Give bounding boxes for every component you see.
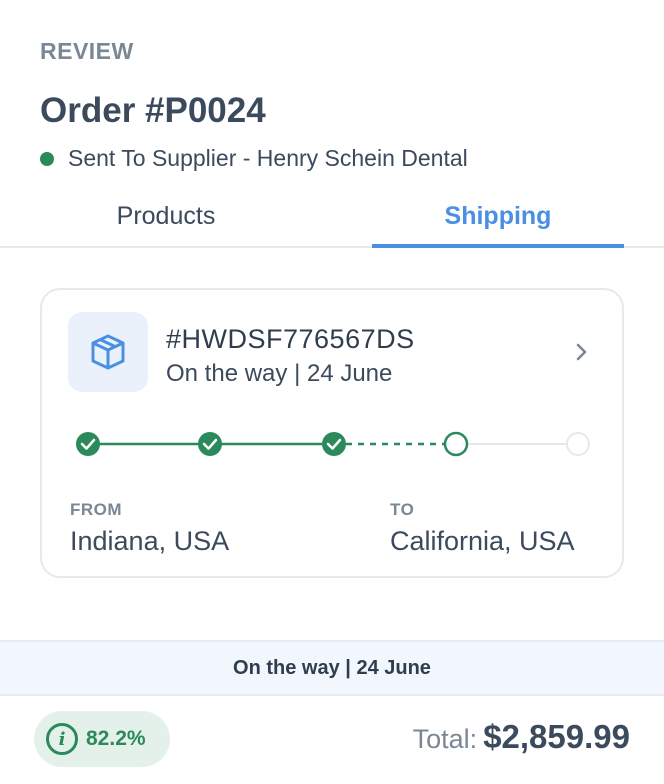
progress-step-current-icon: [443, 431, 469, 457]
total-amount: $2,859.99: [483, 718, 630, 755]
progress-step-completed-icon: [322, 432, 346, 456]
order-status-text: Sent To Supplier - Henry Schein Dental: [68, 145, 468, 171]
tracking-status: On the way | 24 June: [166, 360, 393, 387]
tab-bar: Products Shipping: [0, 196, 664, 248]
score-value: 82.2%: [86, 727, 146, 750]
package-icon: [68, 312, 148, 392]
chevron-right-icon[interactable]: [572, 340, 592, 364]
order-title: Order #P0024: [40, 91, 266, 130]
order-total: Total: $2,859.99: [413, 718, 630, 756]
review-eyebrow: REVIEW: [40, 38, 134, 64]
total-label: Total:: [412, 724, 478, 754]
shipment-progress: [76, 431, 590, 457]
delivery-banner: On the way | 24 June: [0, 640, 664, 696]
info-icon: i: [46, 723, 78, 755]
from-label: FROM: [70, 500, 123, 519]
tab-shipping[interactable]: Shipping: [372, 196, 624, 248]
score-badge[interactable]: i 82.2%: [34, 711, 170, 767]
to-location: California, USA: [390, 526, 575, 556]
progress-step-pending-icon: [566, 432, 590, 456]
progress-step-completed-icon: [76, 432, 100, 456]
order-header: REVIEW Order #P0024 Sent To Supplier - H…: [40, 38, 624, 172]
progress-step-completed-icon: [198, 432, 222, 456]
shipment-card[interactable]: #HWDSF776567DS On the way | 24 June FROM…: [40, 288, 624, 578]
to-label: TO: [390, 500, 415, 519]
tracking-number: #HWDSF776567DS: [166, 324, 415, 354]
status-dot-icon: [40, 151, 54, 166]
delivery-banner-text: On the way | 24 June: [233, 656, 431, 679]
order-status: Sent To Supplier - Henry Schein Dental: [40, 145, 624, 172]
tab-products[interactable]: Products: [40, 196, 292, 248]
from-location: Indiana, USA: [70, 526, 230, 556]
